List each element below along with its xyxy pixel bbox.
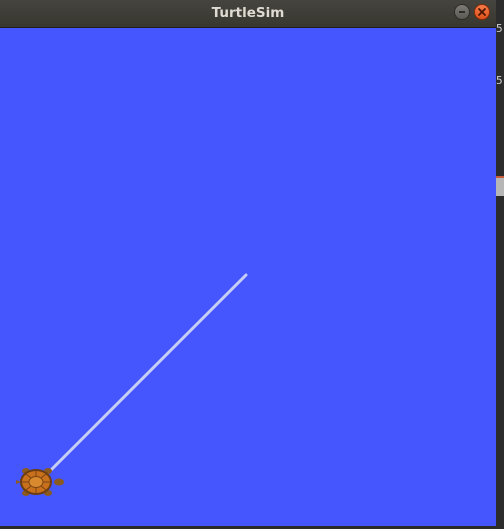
title-bar[interactable]: TurtleSim	[0, 0, 496, 28]
pen-trail	[44, 273, 248, 477]
canvas-drawing	[16, 273, 248, 496]
turtle-icon	[16, 468, 64, 496]
background-text-fragment: 5	[496, 22, 503, 35]
turtle-canvas[interactable]	[0, 28, 496, 526]
close-button[interactable]	[474, 4, 490, 20]
minimize-button[interactable]	[454, 4, 470, 20]
background-text-fragment: 5	[496, 74, 503, 87]
minimize-icon	[459, 11, 465, 13]
window-title: TurtleSim	[211, 5, 285, 21]
background-window-edge: 5 5	[496, 0, 504, 529]
background-scrollbar	[496, 176, 504, 196]
close-icon	[478, 8, 486, 16]
turtlesim-window: TurtleSim	[0, 0, 496, 529]
